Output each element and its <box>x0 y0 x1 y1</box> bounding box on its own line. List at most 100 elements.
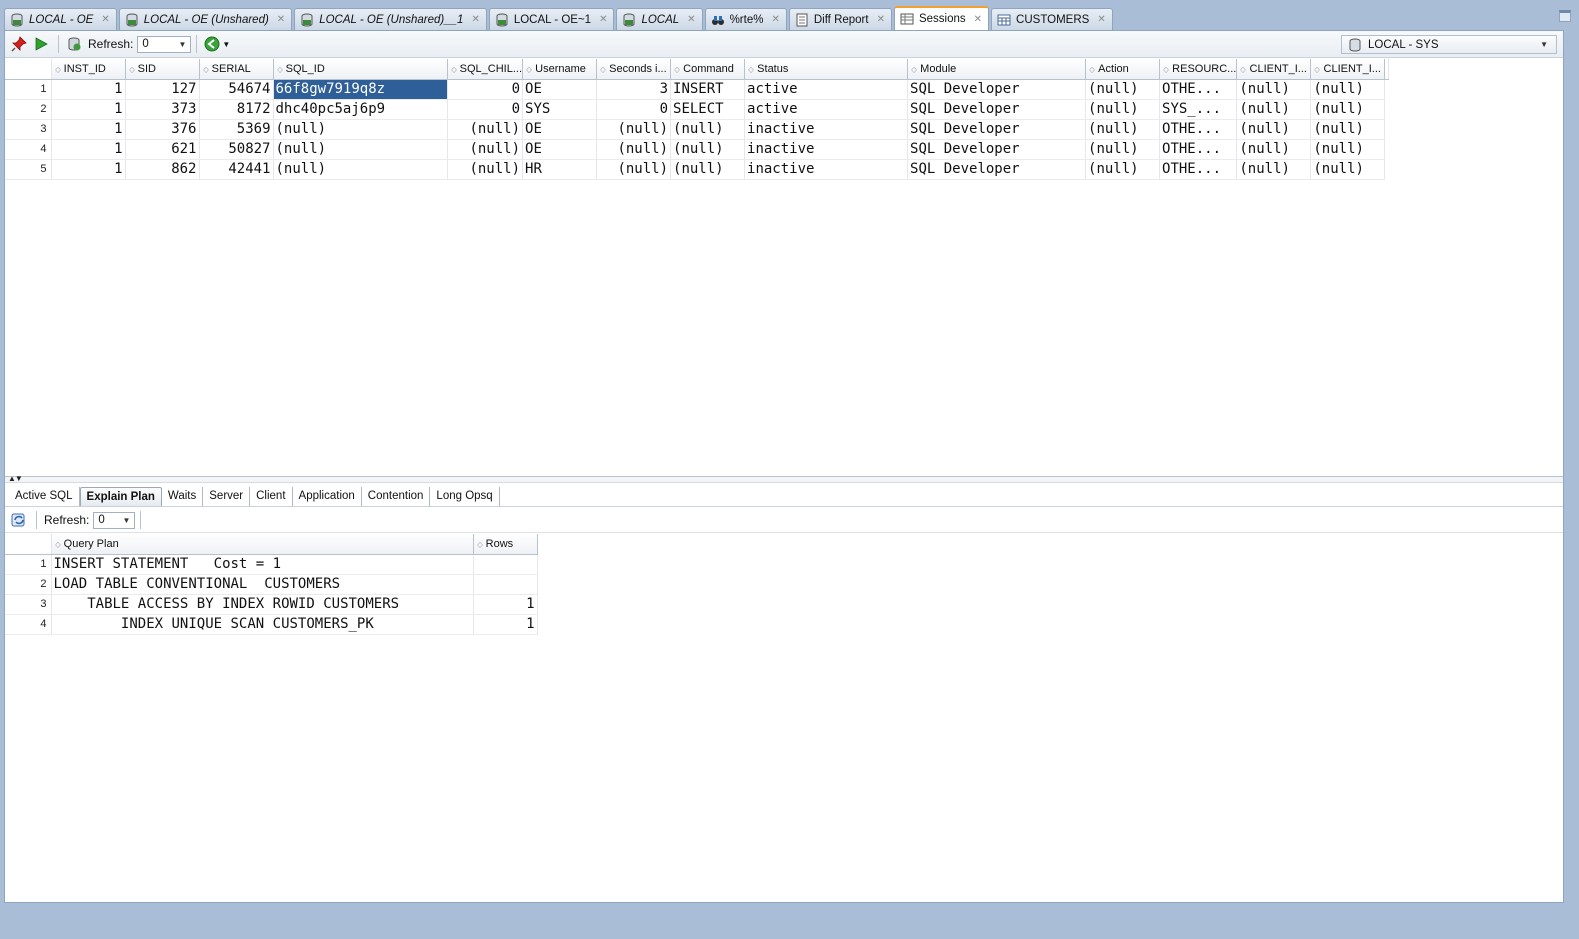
table-cell[interactable]: (null) <box>670 159 746 180</box>
close-icon[interactable]: ✕ <box>687 14 695 25</box>
table-cell[interactable]: (null) <box>273 139 448 160</box>
close-icon[interactable]: ✕ <box>974 14 982 25</box>
pin-icon[interactable] <box>9 34 29 54</box>
column-header[interactable]: ◇ SERIAL <box>199 59 274 80</box>
table-cell[interactable]: 1 <box>51 79 126 100</box>
table-cell[interactable]: inactive <box>744 139 909 160</box>
table-cell[interactable]: active <box>744 99 909 120</box>
table-cell[interactable]: inactive <box>744 159 909 180</box>
table-cell[interactable]: (null) <box>1310 79 1386 100</box>
table-cell[interactable]: OE <box>522 79 598 100</box>
query-plan-cell[interactable]: INDEX UNIQUE SCAN CUSTOMERS_PK <box>51 614 474 635</box>
column-header[interactable]: ◇ RESOURC... <box>1159 59 1238 80</box>
detail-tab[interactable]: Server <box>203 486 251 506</box>
close-icon[interactable]: ✕ <box>599 14 607 25</box>
column-header[interactable]: ◇ Query Plan <box>51 534 474 555</box>
collapse-arrows-icon[interactable]: ▲▼ <box>8 474 23 483</box>
query-plan-cell[interactable]: TABLE ACCESS BY INDEX ROWID CUSTOMERS <box>51 594 474 615</box>
detail-tab[interactable]: Active SQL <box>9 486 80 506</box>
table-row[interactable]: 4 1 621 50827 (null) (null) OE (null) (null) inac… <box>5 139 1389 160</box>
table-cell[interactable]: 1 <box>51 119 126 140</box>
run-icon[interactable] <box>31 34 51 54</box>
table-cell[interactable]: (null) <box>1310 139 1386 160</box>
maximize-icon[interactable] <box>1559 10 1571 22</box>
rows-cell[interactable] <box>473 554 538 575</box>
table-cell[interactable]: SYS_... <box>1159 99 1238 120</box>
table-cell[interactable]: OE <box>522 119 598 140</box>
table-row[interactable]: 4 INDEX UNIQUE SCAN CUSTOMERS_PK 1 <box>5 614 538 635</box>
query-plan-cell[interactable]: INSERT STATEMENT Cost = 1 <box>51 554 474 575</box>
table-cell[interactable]: OE <box>522 139 598 160</box>
table-cell[interactable]: (null) <box>1085 139 1161 160</box>
column-header[interactable]: ◇ SID <box>125 59 200 80</box>
sessions-grid[interactable]: ◇ INST_ID ◇ SID ◇ SERIAL ◇ SQL_ID ◇ SQL_CHIL... ◇ U… <box>5 59 1390 180</box>
table-cell[interactable]: 0 <box>447 99 524 120</box>
column-header[interactable]: ◇ Rows <box>473 534 538 555</box>
connection-select[interactable]: LOCAL - SYS ▼ <box>1341 35 1557 54</box>
table-cell[interactable]: (null) <box>1310 159 1386 180</box>
table-cell[interactable]: 0 <box>596 99 672 120</box>
table-cell[interactable]: 0 <box>447 79 524 100</box>
table-cell[interactable]: OTHE... <box>1159 139 1238 160</box>
table-cell[interactable]: 8172 <box>199 99 274 120</box>
column-header[interactable]: ◇ Username <box>522 59 598 80</box>
table-cell[interactable]: (null) <box>447 139 524 160</box>
table-cell[interactable]: 50827 <box>199 139 274 160</box>
refresh-icon[interactable] <box>9 510 29 530</box>
rows-cell[interactable] <box>473 574 538 595</box>
table-cell[interactable]: (null) <box>1236 99 1312 120</box>
table-cell[interactable]: dhc40pc5aj6p9 <box>273 99 448 120</box>
column-header[interactable]: ◇ SQL_ID <box>273 59 448 80</box>
table-cell[interactable]: (null) <box>1236 79 1312 100</box>
table-cell[interactable]: 1 <box>51 159 126 180</box>
actions-menu-button[interactable]: ▼ <box>202 34 232 54</box>
column-header[interactable]: ◇ Command <box>670 59 746 80</box>
table-cell[interactable]: (null) <box>273 119 448 140</box>
column-header[interactable]: ◇ INST_ID <box>51 59 126 80</box>
table-cell[interactable]: 66f8gw7919q8z <box>273 79 448 100</box>
detail-tab[interactable]: Application <box>293 486 362 506</box>
table-cell[interactable]: (null) <box>670 139 746 160</box>
table-cell[interactable]: 373 <box>125 99 200 120</box>
table-cell[interactable]: SQL Developer <box>907 79 1087 100</box>
close-icon[interactable]: ✕ <box>1097 14 1105 25</box>
panel-splitter[interactable]: ▲▼ <box>5 474 1563 483</box>
table-cell[interactable]: (null) <box>1236 139 1312 160</box>
table-row[interactable]: 1 INSERT STATEMENT Cost = 1 <box>5 554 538 575</box>
table-cell[interactable]: 1 <box>51 99 126 120</box>
table-cell[interactable]: (null) <box>1085 79 1161 100</box>
table-cell[interactable]: (null) <box>596 139 672 160</box>
table-cell[interactable]: OTHE... <box>1159 159 1238 180</box>
table-cell[interactable]: 3 <box>596 79 672 100</box>
close-icon[interactable]: ✕ <box>471 14 479 25</box>
table-row[interactable]: 1 1 127 54674 66f8gw7919q8z 0 OE 3 INSERT active S… <box>5 79 1389 100</box>
doc-tab[interactable]: LOCAL - OE~1 ✕ <box>488 8 615 30</box>
table-cell[interactable]: SYS <box>522 99 598 120</box>
table-cell[interactable]: SQL Developer <box>907 159 1087 180</box>
table-cell[interactable]: (null) <box>1085 119 1161 140</box>
refresh-db-icon[interactable] <box>64 34 84 54</box>
table-row[interactable]: 3 1 376 5369 (null) (null) OE (null) (null) inact… <box>5 119 1389 140</box>
table-cell[interactable]: (null) <box>1236 159 1312 180</box>
column-header[interactable]: ◇ CLIENT_I... <box>1310 59 1386 80</box>
rows-cell[interactable]: 1 <box>473 614 538 635</box>
close-icon[interactable]: ✕ <box>101 14 109 25</box>
table-cell[interactable]: inactive <box>744 119 909 140</box>
table-cell[interactable]: 54674 <box>199 79 274 100</box>
detail-tab[interactable]: Contention <box>362 486 431 506</box>
table-cell[interactable]: active <box>744 79 909 100</box>
table-cell[interactable]: 1 <box>51 139 126 160</box>
table-cell[interactable]: (null) <box>273 159 448 180</box>
table-row[interactable]: 2 1 373 8172 dhc40pc5aj6p9 0 SYS 0 SELECT active S… <box>5 99 1389 120</box>
table-cell[interactable]: 621 <box>125 139 200 160</box>
column-header[interactable]: ◇ SQL_CHIL... <box>447 59 524 80</box>
table-cell[interactable]: (null) <box>447 119 524 140</box>
detail-tab[interactable]: Client <box>250 486 293 506</box>
table-cell[interactable]: 5369 <box>199 119 274 140</box>
table-row[interactable]: 2 LOAD TABLE CONVENTIONAL CUSTOMERS <box>5 574 538 595</box>
explain-plan-grid[interactable]: ◇ Query Plan ◇ Rows 1 INSERT STATEMENT Cost … <box>5 534 538 635</box>
table-cell[interactable]: SQL Developer <box>907 139 1087 160</box>
column-header[interactable]: ◇ Seconds i... <box>596 59 672 80</box>
table-cell[interactable]: 862 <box>125 159 200 180</box>
column-header[interactable]: ◇ Module <box>907 59 1087 80</box>
